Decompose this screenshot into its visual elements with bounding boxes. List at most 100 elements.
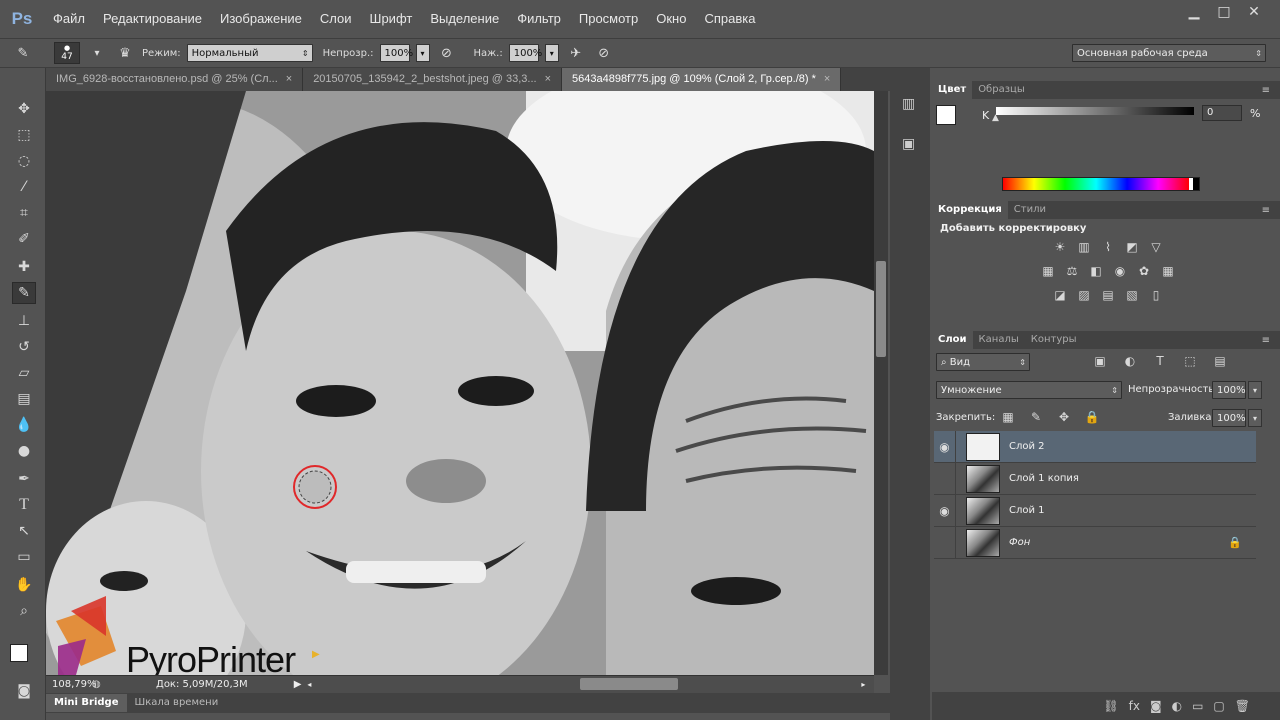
visibility-eye-icon[interactable]: ◉: [934, 430, 956, 463]
actions-panel-icon[interactable]: ▣: [902, 136, 915, 152]
blend-mode-select[interactable]: Умножение ⇕: [936, 381, 1122, 399]
pressure-opacity-icon[interactable]: ⊘: [436, 42, 458, 64]
workspace-select[interactable]: Основная рабочая среда ⇕: [1072, 44, 1266, 62]
menu-select[interactable]: Выделение: [421, 0, 508, 38]
vscroll-thumb[interactable]: [876, 261, 886, 357]
marquee-tool-icon[interactable]: ⬚: [12, 124, 36, 146]
fill-input[interactable]: 100%: [1212, 409, 1246, 427]
invert-icon[interactable]: ◪: [1051, 287, 1069, 303]
brush-panel-toggle-icon[interactable]: ▾: [86, 42, 108, 64]
add-mask-icon[interactable]: ◙: [1150, 699, 1162, 713]
filter-smart-icon[interactable]: ▤: [1211, 353, 1229, 369]
pressure-input[interactable]: 100%: [508, 44, 542, 62]
airbrush-icon[interactable]: ✈: [565, 42, 587, 64]
foreground-color-swatch[interactable]: [10, 644, 28, 662]
link-layers-icon[interactable]: ⛓: [1103, 699, 1118, 713]
mode-select[interactable]: Нормальный ⇕: [186, 44, 313, 62]
minimize-button[interactable]: ▁: [1180, 2, 1208, 22]
color-balance-icon[interactable]: ⚖: [1063, 263, 1081, 279]
hue-saturation-icon[interactable]: ▦: [1039, 263, 1057, 279]
brush-size-picker[interactable]: ● 47: [54, 42, 80, 64]
k-slider-handle-icon[interactable]: ▲: [992, 113, 999, 123]
path-select-tool-icon[interactable]: ↖: [12, 520, 36, 542]
layer-filter-select[interactable]: ⌕ Вид ⇕: [936, 353, 1030, 371]
posterize-icon[interactable]: ▨: [1075, 287, 1093, 303]
lock-all-icon[interactable]: 🔒: [1083, 409, 1101, 425]
brightness-icon[interactable]: ☀: [1051, 239, 1069, 255]
tab-doc-1[interactable]: IMG_6928-восстановлено.psd @ 25% (Сл... ×: [46, 68, 304, 91]
hscroll-right-icon[interactable]: ▸: [861, 680, 865, 689]
selective-color-icon[interactable]: ▯: [1147, 287, 1165, 303]
hscroll-thumb[interactable]: [580, 678, 678, 690]
status-export-icon[interactable]: ◍: [92, 679, 106, 690]
quick-mask-icon[interactable]: ◙: [12, 680, 36, 702]
layer-row[interactable]: Фон 🔒: [934, 526, 1256, 559]
menu-view[interactable]: Просмотр: [570, 0, 647, 38]
layer-name[interactable]: Слой 2: [1009, 441, 1045, 452]
maximize-button[interactable]: □: [1210, 2, 1238, 22]
menu-type[interactable]: Шрифт: [361, 0, 422, 38]
tab-layers[interactable]: Слои: [932, 331, 973, 349]
tab-paths[interactable]: Контуры: [1025, 331, 1083, 349]
tab-swatches[interactable]: Образцы: [972, 81, 1031, 99]
close-button[interactable]: ✕: [1240, 2, 1268, 22]
tab-styles[interactable]: Стили: [1008, 201, 1052, 219]
tab-color[interactable]: Цвет: [932, 81, 973, 99]
history-panel-icon[interactable]: ▥: [902, 96, 915, 112]
layer-style-icon[interactable]: fx: [1129, 699, 1140, 713]
pressure-size-icon[interactable]: ⊘: [593, 42, 615, 64]
menu-edit[interactable]: Редактирование: [94, 0, 211, 38]
tab-close-icon[interactable]: ×: [286, 73, 292, 85]
quick-select-tool-icon[interactable]: ⁄: [12, 176, 36, 198]
k-value-input[interactable]: 0: [1202, 105, 1242, 121]
menu-layers[interactable]: Слои: [311, 0, 361, 38]
type-tool-icon[interactable]: T: [12, 494, 36, 516]
visibility-empty-box[interactable]: [934, 462, 956, 495]
curves-icon[interactable]: ⌇: [1099, 239, 1117, 255]
blur-tool-icon[interactable]: 💧: [12, 414, 36, 436]
tab-adjustments[interactable]: Коррекция: [932, 201, 1008, 219]
eraser-tool-icon[interactable]: ▱: [12, 362, 36, 384]
new-group-icon[interactable]: ▭: [1192, 699, 1203, 713]
k-slider[interactable]: [996, 107, 1194, 115]
layer-name[interactable]: Слой 1: [1009, 505, 1045, 516]
menu-file[interactable]: Файл: [44, 0, 94, 38]
layer-opacity-dropdown-icon[interactable]: ▾: [1248, 381, 1262, 399]
menu-window[interactable]: Окно: [647, 0, 695, 38]
gradient-tool-icon[interactable]: ▤: [12, 388, 36, 410]
photo-filter-icon[interactable]: ◉: [1111, 263, 1129, 279]
tab-doc-2[interactable]: 20150705_135942_2_bestshot.jpeg @ 33,3..…: [303, 68, 563, 91]
new-layer-icon[interactable]: ▢: [1213, 699, 1224, 713]
levels-icon[interactable]: ▥: [1075, 239, 1093, 255]
layer-row[interactable]: ◉ Слой 1: [934, 494, 1256, 527]
status-menu-arrow-icon[interactable]: ▶: [294, 679, 302, 690]
crop-tool-icon[interactable]: ⌗: [12, 202, 36, 224]
stamp-tool-icon[interactable]: ⊥: [12, 310, 36, 332]
visibility-eye-icon[interactable]: ◉: [934, 494, 956, 527]
zoom-tool-icon[interactable]: ⌕: [12, 600, 36, 622]
document-canvas[interactable]: PyroPrinter ▶: [46, 91, 874, 675]
lock-transparency-icon[interactable]: ▦: [999, 409, 1017, 425]
history-brush-tool-icon[interactable]: ↺: [12, 336, 36, 358]
delete-layer-icon[interactable]: 🗑: [1235, 699, 1250, 713]
brush-tool-icon[interactable]: ✎: [12, 282, 36, 304]
tab-close-icon[interactable]: ×: [824, 73, 830, 85]
tab-doc-3[interactable]: 5643a4898f775.jpg @ 109% (Слой 2, Гр.сер…: [562, 68, 842, 91]
opacity-input[interactable]: 100%: [379, 44, 413, 62]
exposure-icon[interactable]: ◩: [1123, 239, 1141, 255]
move-tool-icon[interactable]: ✥: [12, 98, 36, 120]
visibility-empty-box[interactable]: [934, 526, 956, 559]
opacity-dropdown-icon[interactable]: ▾: [415, 44, 430, 62]
fill-dropdown-icon[interactable]: ▾: [1248, 409, 1262, 427]
layer-row[interactable]: Слой 1 копия: [934, 462, 1256, 495]
black-white-icon[interactable]: ◧: [1087, 263, 1105, 279]
panel-menu-icon[interactable]: ≡: [1262, 335, 1270, 346]
hscroll-left-icon[interactable]: ◂: [307, 680, 311, 689]
menu-image[interactable]: Изображение: [211, 0, 311, 38]
tab-timeline[interactable]: Шкала времени: [127, 694, 227, 712]
zoom-level[interactable]: 108,79%: [46, 679, 97, 690]
panel-menu-icon[interactable]: ≡: [1262, 205, 1270, 216]
healing-brush-tool-icon[interactable]: ✚: [12, 256, 36, 278]
gradient-map-icon[interactable]: ▧: [1123, 287, 1141, 303]
menu-help[interactable]: Справка: [695, 0, 764, 38]
